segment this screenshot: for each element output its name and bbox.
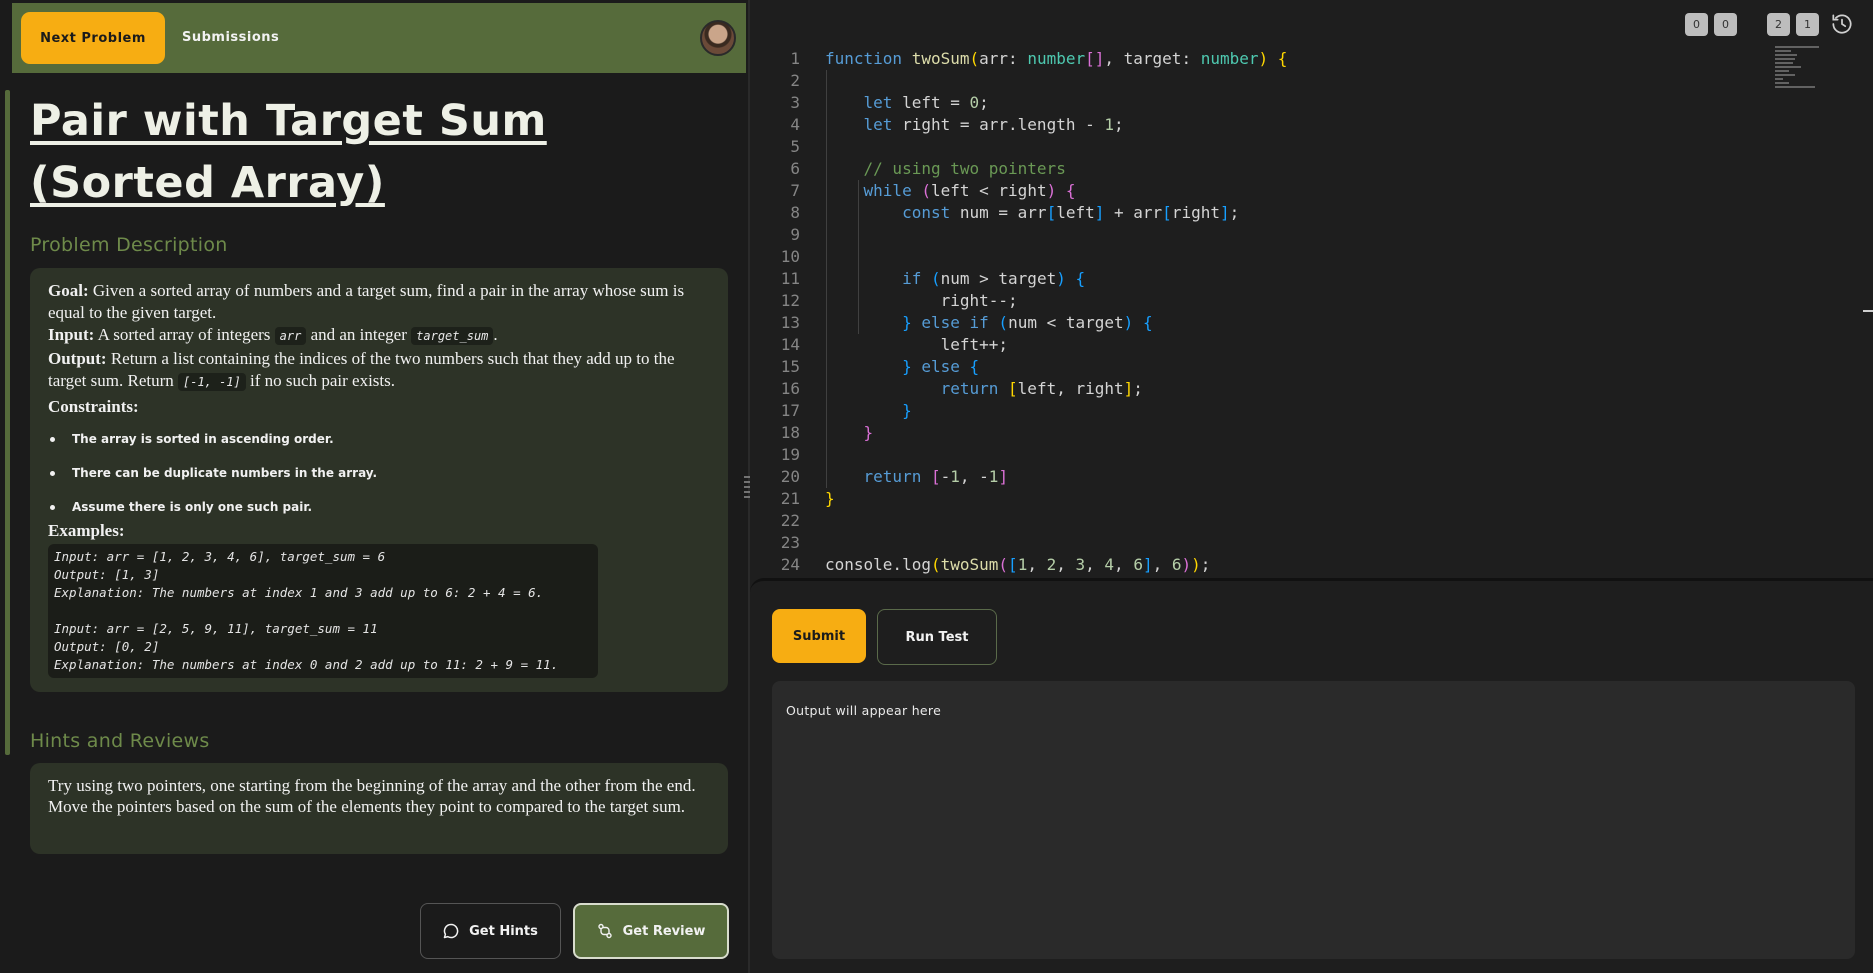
history-icon[interactable] [1829,11,1855,37]
input-text: A sorted array of integers [97,325,271,344]
counter-badge[interactable]: 0 [1685,12,1708,36]
scroll-indicator[interactable] [5,90,10,755]
submit-button[interactable]: Submit [772,609,866,663]
avatar[interactable] [700,20,736,56]
code-line[interactable]: 2 [750,70,1800,92]
get-hints-label: Get Hints [469,923,538,939]
hints-heading: Hints and Reviews [30,730,210,752]
output-label: Output: [48,349,107,368]
code-line[interactable]: 7 while (left < right) { [750,180,1800,202]
output-text: if no such pair exists. [250,371,395,390]
code-line[interactable]: 23 [750,532,1800,554]
code-line[interactable]: 15 } else { [750,356,1800,378]
code-line[interactable]: 9 [750,224,1800,246]
editor-toolbar: 0 0 2 1 [1685,12,1855,36]
goal-paragraph: Goal: Given a sorted array of numbers an… [48,280,710,324]
code-line[interactable]: 17 } [750,400,1800,422]
problem-header-bar: Next Problem Submissions [12,3,746,73]
code-lines[interactable]: 1 function twoSum(arr: number[], target: … [750,48,1800,576]
code-line[interactable]: 8 const num = arr[left] + arr[right]; [750,202,1800,224]
get-review-button[interactable]: Get Review [573,903,729,959]
code-line[interactable]: 22 [750,510,1800,532]
input-label: Input: [48,325,95,344]
run-panel: Submit Run Test Output will appear here [750,578,1873,973]
code-line[interactable]: 13 } else if (num < target) { [750,312,1800,334]
code-line[interactable]: 4 let right = arr.length - 1; [750,114,1800,136]
run-test-button[interactable]: Run Test [877,609,997,665]
constraints-heading: Constraints: [48,397,139,416]
list-item: The array is sorted in ascending order. [48,422,710,456]
code-line[interactable]: 21} [750,488,1800,510]
code-line[interactable]: 5 [750,136,1800,158]
get-review-label: Get Review [622,923,706,939]
chat-bubble-icon [443,923,459,939]
goal-text: Given a sorted array of numbers and a ta… [48,281,685,322]
page-title: Pair with Target Sum (Sorted Array) [30,96,547,208]
code-line[interactable]: 18 } [750,422,1800,444]
hints-card: Try using two pointers, one starting fro… [30,763,728,854]
code-line[interactable]: 14 left++; [750,334,1800,356]
code-line[interactable]: 12 right--; [750,290,1800,312]
git-compare-icon [597,923,613,939]
hint-text: Try using two pointers, one starting fro… [48,776,696,816]
code-line[interactable]: 10 [750,246,1800,268]
output-console[interactable]: Output will appear here [772,681,1855,959]
code-line[interactable]: 6 // using two pointers [750,158,1800,180]
output-placeholder: Output will appear here [786,703,942,718]
code-line[interactable]: 16 return [left, right]; [750,378,1800,400]
code-line[interactable]: 3 let left = 0; [750,92,1800,114]
code-line[interactable]: 19 [750,444,1800,466]
input-text: and an integer [310,325,407,344]
examples-code-block: Input: arr = [1, 2, 3, 4, 6], target_sum… [48,544,598,678]
editor-scroll-marker[interactable] [1863,310,1873,312]
input-text: . [493,325,498,344]
problem-description-heading: Problem Description [30,234,228,256]
input-paragraph: Input: A sorted array of integers arr an… [48,324,710,346]
inline-code-not-found: [-1, -1] [178,373,246,391]
counter-badge[interactable]: 0 [1714,12,1737,36]
code-editor[interactable]: 0 0 2 1 1 function twoSum(arr: number[], … [750,0,1873,578]
next-problem-button[interactable]: Next Problem [21,12,165,64]
code-line[interactable]: 1 function twoSum(arr: number[], target: … [750,48,1800,70]
code-line[interactable]: 20 return [-1, -1] [750,466,1800,488]
submissions-tab[interactable]: Submissions [182,30,279,45]
output-paragraph: Output: Return a list containing the ind… [48,348,710,392]
list-item: There can be duplicate numbers in the ar… [48,456,710,490]
goal-label: Goal: [48,281,89,300]
inline-code-arr: arr [274,327,307,345]
constraints-list: The array is sorted in ascending order. … [48,422,710,524]
code-line[interactable]: 24 console.log(twoSum([1, 2, 3, 4, 6], 6)… [750,554,1800,576]
list-item: Assume there is only one such pair. [48,490,710,524]
counter-badge[interactable]: 1 [1796,12,1819,36]
problem-description-card: Goal: Given a sorted array of numbers an… [30,268,728,692]
get-hints-button[interactable]: Get Hints [420,903,561,959]
code-line[interactable]: 11 if (num > target) { [750,268,1800,290]
inline-code-target-sum: target_sum [411,327,494,345]
problem-panel: Next Problem Submissions Pair with Targe… [0,0,748,973]
counter-badge[interactable]: 2 [1767,12,1790,36]
